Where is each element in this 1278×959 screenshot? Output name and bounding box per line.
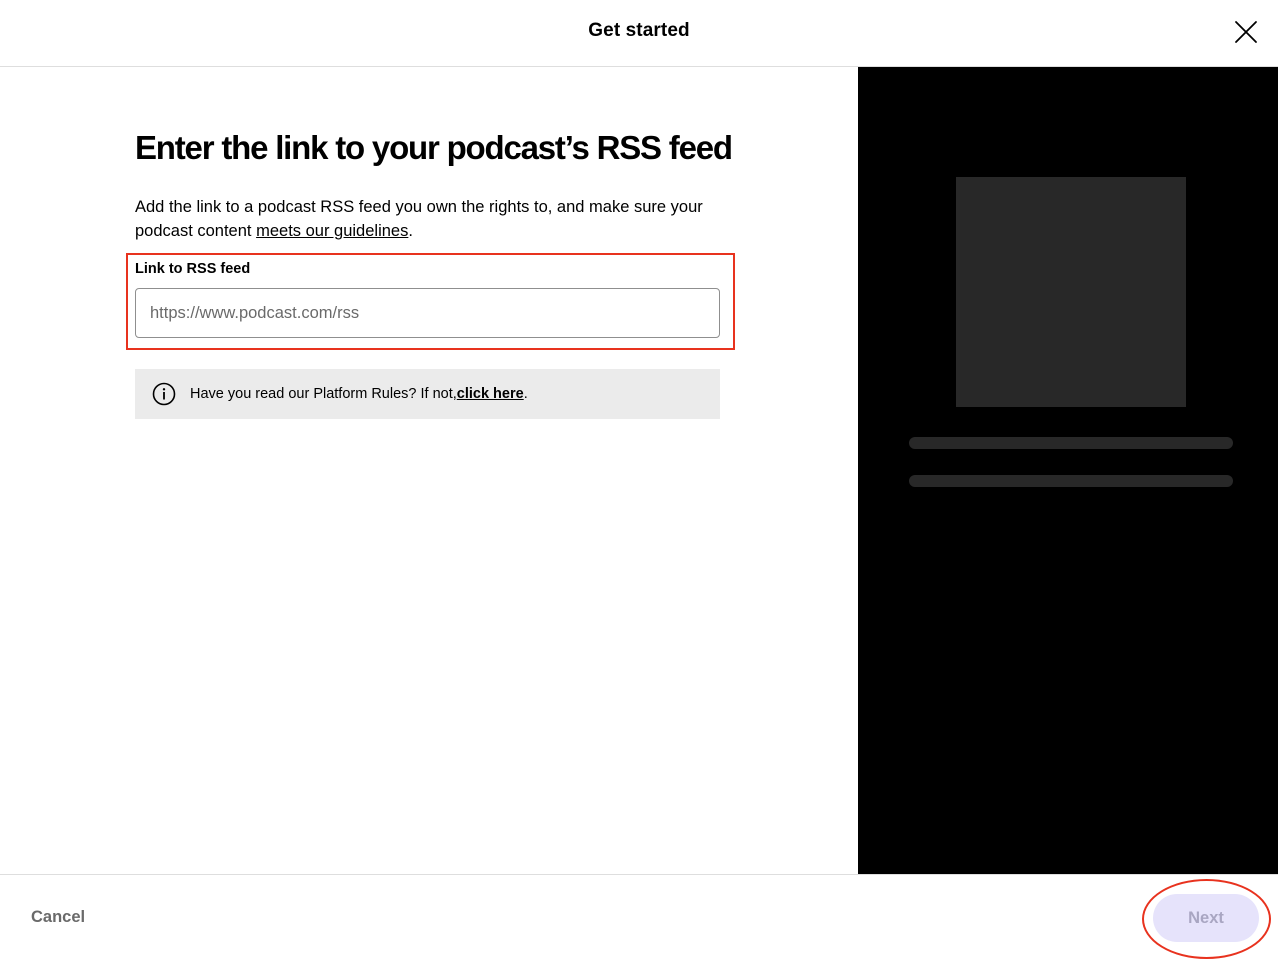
info-icon	[152, 382, 176, 406]
preview-subtitle-placeholder	[909, 475, 1233, 487]
close-button[interactable]	[1228, 14, 1264, 50]
rss-field-label: Link to RSS feed	[135, 261, 251, 277]
close-icon	[1234, 20, 1258, 44]
platform-rules-notice: Have you read our Platform Rules? If not…	[135, 369, 720, 419]
preview-artwork-placeholder	[956, 177, 1186, 407]
description-text: Add the link to a podcast RSS feed you o…	[135, 198, 703, 240]
platform-rules-link[interactable]: click here	[457, 386, 524, 402]
preview-title-placeholder	[909, 437, 1233, 449]
description-end: .	[408, 222, 413, 240]
next-button[interactable]: Next	[1153, 894, 1259, 942]
dialog-title: Get started	[588, 20, 690, 41]
main-content: Enter the link to your podcast’s RSS fee…	[0, 67, 858, 874]
rss-feed-input[interactable]	[135, 288, 720, 338]
page-title: Enter the link to your podcast’s RSS fee…	[135, 129, 733, 166]
description: Add the link to a podcast RSS feed you o…	[135, 195, 715, 243]
info-text: Have you read our Platform Rules? If not…	[190, 386, 457, 402]
cancel-button[interactable]: Cancel	[31, 908, 85, 927]
dialog-footer: Cancel Next	[0, 874, 1278, 959]
guidelines-link[interactable]: meets our guidelines	[256, 222, 408, 240]
info-end: .	[523, 386, 528, 402]
podcast-preview-panel	[858, 67, 1278, 874]
dialog-header: Get started	[0, 0, 1278, 67]
